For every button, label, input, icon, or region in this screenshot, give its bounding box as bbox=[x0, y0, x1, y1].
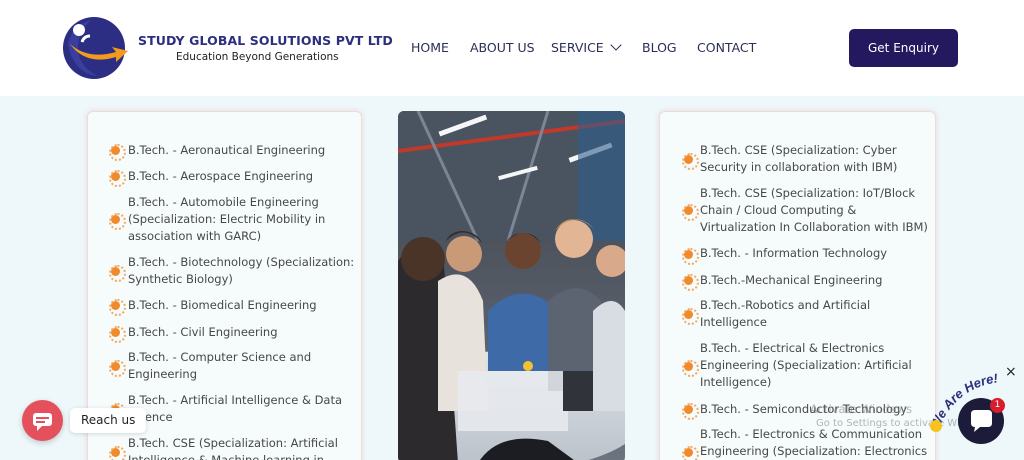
nav-about-us[interactable]: ABOUT US bbox=[470, 40, 535, 55]
chat-notification-badge: 1 bbox=[990, 398, 1005, 413]
list-item: B.Tech.-Robotics and Artificial Intellig… bbox=[700, 298, 871, 329]
list-item: B.Tech. - Biotechnology (Specialization:… bbox=[128, 255, 355, 286]
bullet-icon bbox=[109, 360, 126, 377]
bullet-icon bbox=[109, 299, 126, 316]
list-item: B.Tech. - Information Technology bbox=[700, 246, 888, 260]
reach-us-label[interactable]: Reach us bbox=[70, 408, 147, 433]
list-item: B.Tech. - Biomedical Engineering bbox=[128, 298, 317, 312]
nav-contact[interactable]: CONTACT bbox=[697, 40, 756, 55]
bullet-icon bbox=[682, 248, 699, 265]
nav-blog[interactable]: BLOG bbox=[642, 40, 677, 55]
brand-tagline: Education Beyond Generations bbox=[176, 51, 339, 63]
bullet-icon bbox=[682, 403, 699, 420]
list-item: B.Tech. CSE (Specialization: Artificial … bbox=[128, 436, 338, 460]
activation-watermark-title: Activate Windows bbox=[810, 402, 913, 416]
bullet-icon bbox=[109, 446, 126, 460]
nav-service-label: SERVICE bbox=[551, 40, 604, 55]
bullet-icon bbox=[682, 446, 699, 460]
list-item: B.Tech. - Aeronautical Engineering bbox=[128, 143, 326, 157]
nav-home[interactable]: HOME bbox=[411, 40, 449, 55]
list-item: B.Tech. - Computer Science and Engineeri… bbox=[128, 350, 312, 381]
list-item: B.Tech. - Electrical & Electronics Engin… bbox=[700, 341, 912, 389]
students-photo-image bbox=[398, 111, 625, 460]
bullet-icon bbox=[109, 213, 126, 230]
list-item: B.Tech. - Automobile Engineering (Specia… bbox=[128, 195, 326, 243]
wave-hand-icon bbox=[930, 420, 942, 432]
students-photo bbox=[398, 111, 625, 460]
chat-close-icon[interactable]: × bbox=[1005, 364, 1017, 380]
list-item: B.Tech. CSE (Specialization: Cyber Secur… bbox=[700, 143, 898, 174]
reach-us-button[interactable] bbox=[22, 400, 63, 441]
list-item: B.Tech. - Civil Engineering bbox=[128, 325, 278, 339]
brand-name: STUDY GLOBAL SOLUTIONS PVT LTD bbox=[138, 33, 393, 48]
bullet-icon bbox=[682, 153, 699, 170]
list-item: B.Tech. CSE (Specialization: IoT/Block C… bbox=[700, 186, 928, 234]
bullet-icon bbox=[109, 326, 126, 343]
list-item: B.Tech.-Mechanical Engineering bbox=[700, 273, 883, 287]
bullet-icon bbox=[682, 308, 699, 325]
get-enquiry-button[interactable]: Get Enquiry bbox=[849, 29, 958, 67]
bullet-icon bbox=[682, 274, 699, 291]
chevron-down-icon bbox=[610, 39, 622, 51]
bullet-icon bbox=[682, 360, 699, 377]
chat-bubble-icon bbox=[33, 413, 52, 431]
bullet-icon bbox=[109, 170, 126, 187]
bullet-icon bbox=[682, 204, 699, 221]
bullet-icon bbox=[109, 265, 126, 282]
nav-service[interactable]: SERVICE bbox=[551, 39, 622, 55]
list-item: B.Tech. - Electronics & Communication En… bbox=[700, 427, 928, 458]
list-item: B.Tech. - Aerospace Engineering bbox=[128, 169, 314, 183]
list-item: B.Tech. - Artificial Intelligence & Data… bbox=[128, 393, 343, 424]
bullet-icon bbox=[109, 144, 126, 161]
site-header: STUDY GLOBAL SOLUTIONS PVT LTD Education… bbox=[0, 0, 1024, 96]
logo-icon[interactable] bbox=[58, 14, 130, 82]
